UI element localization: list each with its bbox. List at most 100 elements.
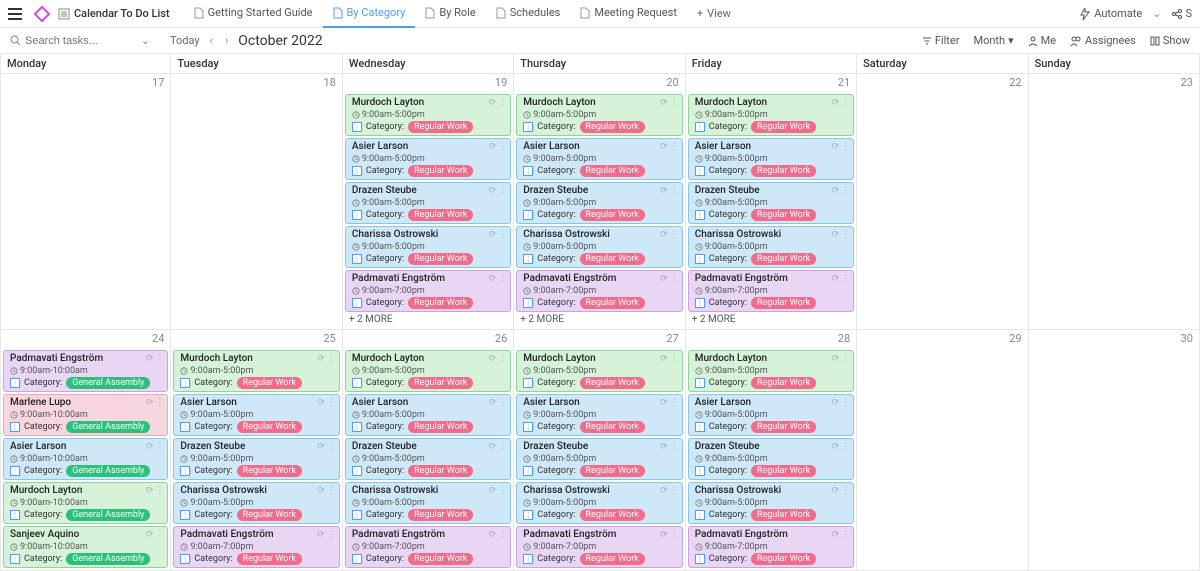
automate-chevron-icon[interactable]: ⌄: [1152, 7, 1161, 20]
category-badge[interactable]: Regular Work: [751, 465, 816, 477]
calendar-cell[interactable]: 18: [171, 74, 342, 330]
event-card[interactable]: ⟳⋮Murdoch Layton9:00am-5:00pmCategory:Re…: [173, 350, 339, 392]
category-badge[interactable]: Regular Work: [580, 421, 645, 433]
category-badge[interactable]: Regular Work: [408, 377, 473, 389]
event-card[interactable]: ⟳⋮Charissa Ostrowski9:00am-5:00pmCategor…: [173, 482, 339, 524]
calendar-cell[interactable]: 25⟳⋮Murdoch Layton9:00am-5:00pmCategory:…: [171, 330, 342, 571]
category-badge[interactable]: Regular Work: [580, 377, 645, 389]
category-badge[interactable]: Regular Work: [408, 421, 473, 433]
drag-handle-icon[interactable]: ⋮: [155, 485, 164, 497]
calendar-cell[interactable]: 26⟳⋮Murdoch Layton9:00am-5:00pmCategory:…: [343, 330, 514, 571]
calendar-cell[interactable]: 24⟳⋮Padmavati Engström9:00am-10:00amCate…: [0, 330, 171, 571]
prev-arrow-icon[interactable]: ‹: [208, 34, 215, 47]
category-badge[interactable]: Regular Work: [751, 165, 816, 177]
category-badge[interactable]: Regular Work: [580, 253, 645, 265]
drag-handle-icon[interactable]: ⋮: [498, 353, 507, 365]
category-badge[interactable]: Regular Work: [408, 165, 473, 177]
drag-handle-icon[interactable]: ⋮: [670, 397, 679, 409]
event-card[interactable]: ⟳⋮Sanjeev Aquino9:00am-10:00amCategory:G…: [3, 526, 168, 568]
event-card[interactable]: ⟳⋮Drazen Steube9:00am-5:00pmCategory:Reg…: [688, 182, 854, 224]
category-badge[interactable]: Regular Work: [751, 121, 816, 133]
category-badge[interactable]: Regular Work: [751, 297, 816, 309]
drag-handle-icon[interactable]: ⋮: [841, 141, 850, 153]
event-card[interactable]: ⟳⋮Drazen Steube9:00am-5:00pmCategory:Reg…: [345, 182, 511, 224]
drag-handle-icon[interactable]: ⋮: [498, 529, 507, 541]
event-card[interactable]: ⟳⋮Padmavati Engström9:00am-7:00pmCategor…: [688, 270, 854, 312]
event-card[interactable]: ⟳⋮Charissa Ostrowski9:00am-5:00pmCategor…: [688, 226, 854, 268]
drag-handle-icon[interactable]: ⋮: [155, 397, 164, 409]
hamburger-menu-icon[interactable]: [8, 4, 28, 24]
event-card[interactable]: ⟳⋮Padmavati Engström9:00am-7:00pmCategor…: [688, 526, 854, 568]
drag-handle-icon[interactable]: ⋮: [841, 485, 850, 497]
event-card[interactable]: ⟳⋮Drazen Steube9:00am-5:00pmCategory:Reg…: [516, 182, 682, 224]
drag-handle-icon[interactable]: ⋮: [155, 441, 164, 453]
drag-handle-icon[interactable]: ⋮: [670, 97, 679, 109]
event-card[interactable]: ⟳⋮Asier Larson9:00am-5:00pmCategory:Regu…: [516, 138, 682, 180]
share-button[interactable]: S: [1171, 7, 1192, 20]
automate-button[interactable]: Automate: [1080, 7, 1142, 20]
category-badge[interactable]: Regular Work: [408, 121, 473, 133]
more-events-button[interactable]: + 2 MORE: [688, 312, 854, 327]
calendar-cell[interactable]: 19⟳⋮Murdoch Layton9:00am-5:00pmCategory:…: [343, 74, 514, 330]
event-card[interactable]: ⟳⋮Murdoch Layton9:00am-5:00pmCategory:Re…: [688, 350, 854, 392]
event-card[interactable]: ⟳⋮Charissa Ostrowski9:00am-5:00pmCategor…: [516, 226, 682, 268]
assignees-button[interactable]: Assignees: [1070, 34, 1136, 47]
drag-handle-icon[interactable]: ⋮: [841, 529, 850, 541]
event-card[interactable]: ⟳⋮Asier Larson9:00am-10:00amCategory:Gen…: [3, 438, 168, 480]
event-card[interactable]: ⟳⋮Murdoch Layton9:00am-5:00pmCategory:Re…: [345, 350, 511, 392]
category-badge[interactable]: Regular Work: [408, 465, 473, 477]
event-card[interactable]: ⟳⋮Murdoch Layton9:00am-5:00pmCategory:Re…: [516, 94, 682, 136]
calendar-cell[interactable]: 30: [1029, 330, 1200, 571]
category-badge[interactable]: General Assembly: [66, 421, 150, 433]
drag-handle-icon[interactable]: ⋮: [670, 529, 679, 541]
category-badge[interactable]: Regular Work: [580, 465, 645, 477]
drag-handle-icon[interactable]: ⋮: [670, 441, 679, 453]
event-card[interactable]: ⟳⋮Murdoch Layton9:00am-10:00amCategory:G…: [3, 482, 168, 524]
category-badge[interactable]: Regular Work: [237, 509, 302, 521]
category-badge[interactable]: Regular Work: [237, 421, 302, 433]
calendar-cell[interactable]: 21⟳⋮Murdoch Layton9:00am-5:00pmCategory:…: [686, 74, 857, 330]
drag-handle-icon[interactable]: ⋮: [670, 273, 679, 285]
drag-handle-icon[interactable]: ⋮: [841, 353, 850, 365]
event-card[interactable]: ⟳⋮Padmavati Engström9:00am-10:00amCatego…: [3, 350, 168, 392]
drag-handle-icon[interactable]: ⋮: [841, 441, 850, 453]
event-card[interactable]: ⟳⋮Padmavati Engström9:00am-7:00pmCategor…: [516, 270, 682, 312]
tab-meeting-request[interactable]: Meeting Request: [570, 0, 687, 28]
calendar-cell[interactable]: 17: [0, 74, 171, 330]
drag-handle-icon[interactable]: ⋮: [841, 273, 850, 285]
event-card[interactable]: ⟳⋮Asier Larson9:00am-5:00pmCategory:Regu…: [516, 394, 682, 436]
drag-handle-icon[interactable]: ⋮: [327, 529, 336, 541]
search-dropdown-icon[interactable]: ⌄: [141, 34, 150, 47]
tab-by-category[interactable]: By Category: [323, 0, 416, 28]
category-badge[interactable]: General Assembly: [66, 377, 150, 389]
drag-handle-icon[interactable]: ⋮: [670, 353, 679, 365]
event-card[interactable]: ⟳⋮Padmavati Engström9:00am-7:00pmCategor…: [516, 526, 682, 568]
event-card[interactable]: ⟳⋮Drazen Steube9:00am-5:00pmCategory:Reg…: [516, 438, 682, 480]
category-badge[interactable]: Regular Work: [751, 253, 816, 265]
calendar-cell[interactable]: 29: [857, 330, 1028, 571]
event-card[interactable]: ⟳⋮Charissa Ostrowski9:00am-5:00pmCategor…: [345, 226, 511, 268]
category-badge[interactable]: Regular Work: [751, 209, 816, 221]
event-card[interactable]: ⟳⋮Murdoch Layton9:00am-5:00pmCategory:Re…: [516, 350, 682, 392]
tab-by-role[interactable]: By Role: [415, 0, 485, 28]
search-box[interactable]: ⌄: [10, 34, 150, 47]
drag-handle-icon[interactable]: ⋮: [841, 185, 850, 197]
drag-handle-icon[interactable]: ⋮: [498, 273, 507, 285]
calendar-cell[interactable]: 28⟳⋮Murdoch Layton9:00am-5:00pmCategory:…: [686, 330, 857, 571]
drag-handle-icon[interactable]: ⋮: [841, 229, 850, 241]
category-badge[interactable]: Regular Work: [580, 121, 645, 133]
category-badge[interactable]: Regular Work: [408, 509, 473, 521]
event-card[interactable]: ⟳⋮Marlene Lupo9:00am-10:00amCategory:Gen…: [3, 394, 168, 436]
category-badge[interactable]: Regular Work: [580, 165, 645, 177]
tab-getting-started-guide[interactable]: Getting Started Guide: [184, 0, 323, 28]
category-badge[interactable]: Regular Work: [408, 253, 473, 265]
month-dropdown[interactable]: Month ▾: [973, 34, 1013, 47]
drag-handle-icon[interactable]: ⋮: [327, 397, 336, 409]
category-badge[interactable]: Regular Work: [237, 377, 302, 389]
drag-handle-icon[interactable]: ⋮: [498, 229, 507, 241]
drag-handle-icon[interactable]: ⋮: [327, 485, 336, 497]
category-badge[interactable]: Regular Work: [237, 465, 302, 477]
category-badge[interactable]: General Assembly: [66, 553, 150, 565]
calendar-cell[interactable]: 23: [1029, 74, 1200, 330]
drag-handle-icon[interactable]: ⋮: [498, 397, 507, 409]
